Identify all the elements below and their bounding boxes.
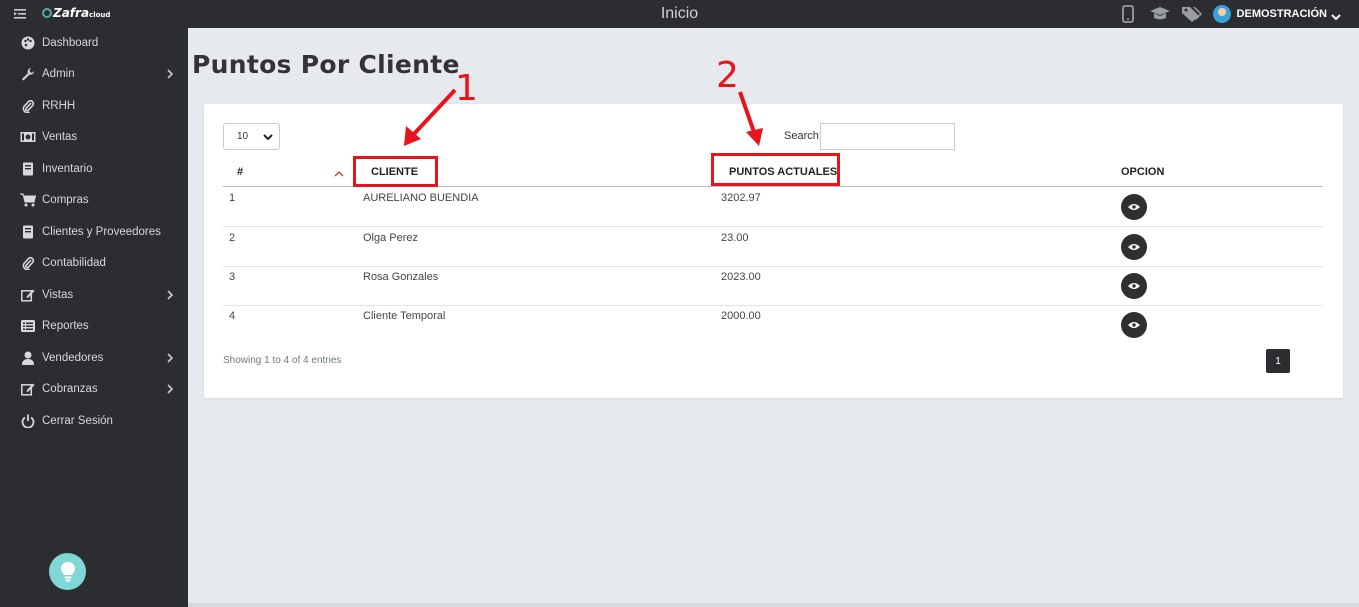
chevron-right-icon: [166, 68, 174, 80]
column-header-number[interactable]: #: [237, 166, 243, 178]
cell-number: 4: [229, 310, 236, 322]
paperclip-icon: [20, 256, 36, 270]
sidebar-item-label: RRHH: [42, 100, 76, 112]
user-avatar[interactable]: [1212, 5, 1231, 23]
sidebar-item-rrhh[interactable]: RRHH: [20, 96, 180, 116]
cell-cliente: Rosa Gonzales: [363, 271, 439, 283]
sidebar-item-reportes[interactable]: Reportes: [20, 316, 180, 336]
search-input[interactable]: [820, 123, 955, 150]
annotation-box-cliente: [353, 156, 438, 187]
sidebar-item-label: Ventas: [42, 131, 78, 143]
sidebar-item-compras[interactable]: Compras: [20, 190, 180, 210]
mobile-icon[interactable]: [1117, 4, 1139, 24]
lightbulb-icon: [60, 561, 75, 581]
eye-icon: [1128, 322, 1140, 328]
chevron-down-icon: [263, 132, 273, 142]
sidebar-item-label: Admin: [42, 68, 75, 80]
lightbulb-help-button[interactable]: [49, 553, 86, 590]
sidebar-item-label: Contabilidad: [42, 257, 106, 269]
sidebar-item-inventario[interactable]: Inventario: [20, 159, 180, 179]
eye-icon: [1128, 283, 1140, 289]
table-info: Showing 1 to 4 of 4 entries: [223, 355, 342, 366]
bottom-scroll-strip[interactable]: [188, 603, 1359, 607]
cell-number: 3: [229, 271, 236, 283]
edit-icon: [20, 382, 36, 396]
sidebar-item-label: Clientes y Proveedores: [42, 226, 161, 238]
wrench-icon: [20, 67, 36, 81]
sidebar-item-vendedores[interactable]: Vendedores: [20, 348, 180, 368]
eye-icon: [1128, 244, 1140, 250]
pagination-page-button[interactable]: 1: [1266, 349, 1290, 373]
palette-icon: [20, 36, 36, 50]
eye-icon: [1128, 204, 1140, 210]
view-button[interactable]: [1121, 273, 1147, 299]
edit-icon: [20, 288, 36, 302]
sidebar-item-label: Cerrar Sesión: [42, 415, 113, 427]
sidebar-item-label: Cobranzas: [42, 383, 98, 395]
sidebar-item-label: Vendedores: [42, 352, 104, 364]
sidebar-item-dashboard[interactable]: Dashboard: [20, 33, 180, 53]
chevron-right-icon: [166, 352, 174, 364]
row-divider: [223, 266, 1323, 267]
page-length-value: 10: [237, 131, 249, 142]
sidebar-item-label: Dashboard: [42, 37, 99, 49]
sidebar-item-contabilidad[interactable]: Contabilidad: [20, 253, 180, 273]
cell-number: 2: [229, 232, 236, 244]
cell-cliente: Cliente Temporal: [363, 310, 446, 322]
money-icon: [20, 130, 36, 144]
sidebar-item-cobranzas[interactable]: Cobranzas: [20, 379, 180, 399]
book-icon: [20, 225, 36, 239]
chevron-down-icon[interactable]: [1331, 9, 1341, 21]
row-divider: [223, 226, 1323, 227]
cell-puntos: 23.00: [721, 232, 749, 244]
page-length-select[interactable]: 10: [223, 123, 280, 150]
user-icon: [20, 351, 36, 365]
power-icon: [20, 414, 36, 428]
sidebar-item-clientes-y-proveedores[interactable]: Clientes y Proveedores: [20, 222, 180, 242]
page-title: Puntos Por Cliente: [192, 50, 460, 79]
user-name[interactable]: DEMOSTRACIÓN: [1237, 8, 1327, 20]
sidebar-item-label: Compras: [42, 194, 89, 206]
cell-puntos: 2023.00: [721, 271, 761, 283]
chevron-right-icon: [166, 289, 174, 301]
sidebar-item-vistas[interactable]: Vistas: [20, 285, 180, 305]
search-label: Search:: [784, 130, 822, 142]
cell-cliente: AURELIANO BUENDIA: [363, 192, 479, 204]
annotation-box-puntos: [711, 153, 840, 186]
view-button[interactable]: [1121, 194, 1147, 220]
annotation-label-2: 2: [716, 55, 739, 96]
view-button[interactable]: [1121, 234, 1147, 260]
book-icon: [20, 162, 36, 176]
column-header-opcion[interactable]: OPCION: [1121, 166, 1164, 178]
sort-ascending-icon[interactable]: [334, 166, 344, 177]
row-divider: [223, 305, 1323, 306]
cart-icon: [20, 193, 36, 207]
points-table-card: 10 Search: # CLIENTE PUNTOS ACTUALES OPC…: [204, 104, 1343, 398]
view-button[interactable]: [1121, 312, 1147, 338]
sidebar-item-label: Reportes: [42, 320, 89, 332]
chevron-right-icon: [166, 383, 174, 395]
sidebar-item-label: Inventario: [42, 163, 93, 175]
sidebar-item-cerrar-sesi-n[interactable]: Cerrar Sesión: [20, 411, 180, 431]
paperclip-icon: [20, 99, 36, 113]
list-icon: [20, 319, 36, 333]
tags-icon[interactable]: [1181, 4, 1203, 24]
top-bar: Zafracloud Inicio DEMOSTRACIÓN: [0, 0, 1359, 28]
cell-number: 1: [229, 192, 236, 204]
top-icons: DEMOSTRACIÓN: [1117, 4, 1341, 24]
sidebar-item-admin[interactable]: Admin: [20, 64, 180, 84]
sidebar-item-ventas[interactable]: Ventas: [20, 127, 180, 147]
cell-cliente: Olga Perez: [363, 232, 419, 244]
sidebar-item-label: Vistas: [42, 289, 74, 301]
cell-puntos: 3202.97: [721, 192, 761, 204]
annotation-label-1: 1: [455, 68, 478, 109]
cell-puntos: 2000.00: [721, 310, 761, 322]
graduation-cap-icon[interactable]: [1149, 4, 1171, 24]
